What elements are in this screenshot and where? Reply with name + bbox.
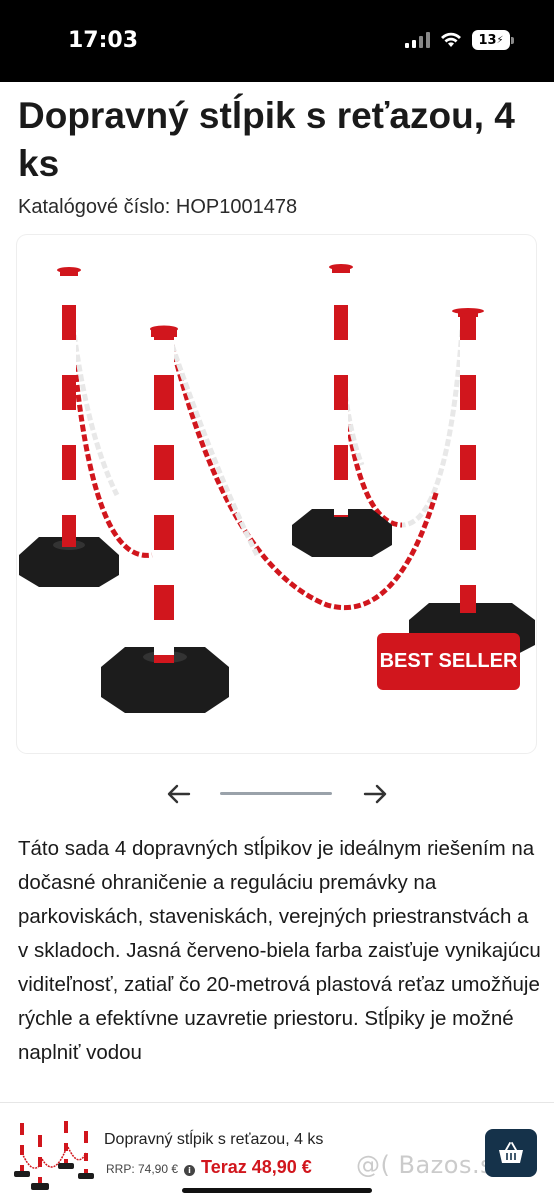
status-time: 17:03 — [68, 28, 139, 53]
battery-level: 13 — [478, 32, 497, 48]
current-price: Teraz 48,90 € — [201, 1157, 312, 1177]
home-indicator — [182, 1188, 372, 1193]
basket-icon — [499, 1142, 523, 1163]
status-bar: 17:03 13 ⚡ — [0, 0, 554, 82]
sticky-purchase-bar: Dopravný stĺpik s reťazou, 4 ks RRP: 74,… — [0, 1102, 554, 1200]
catalog-number: Katalógové číslo: HOP1001478 — [18, 196, 298, 218]
battery-charging-icon: 13 ⚡ — [472, 30, 514, 50]
image-carousel-controls — [0, 772, 554, 816]
bottom-bar-product-name: Dopravný stĺpik s reťazou, 4 ks — [104, 1131, 324, 1148]
info-icon[interactable]: i — [184, 1165, 196, 1176]
best-seller-badge: BEST SELLER — [377, 633, 520, 690]
wifi-icon — [441, 32, 461, 47]
carousel-progress-track — [220, 792, 332, 795]
arrow-right-icon[interactable] — [361, 780, 389, 808]
page-title: Dopravný stĺpik s reťazou, 4 ks — [18, 95, 515, 184]
status-icons: 13 ⚡ — [405, 30, 514, 50]
product-thumbnail — [14, 1121, 94, 1190]
price-row: RRP: 74,90 € i Teraz 48,90 € — [106, 1157, 312, 1178]
rrp-price: RRP: 74,90 € — [106, 1162, 179, 1176]
signal-icon — [405, 32, 430, 48]
product-description: Táto sada 4 dopravných stĺpikov je ideál… — [18, 837, 541, 1064]
product-image[interactable]: BEST SELLER — [17, 235, 536, 753]
add-to-cart-button[interactable] — [485, 1129, 537, 1177]
arrow-left-icon[interactable] — [165, 780, 193, 808]
